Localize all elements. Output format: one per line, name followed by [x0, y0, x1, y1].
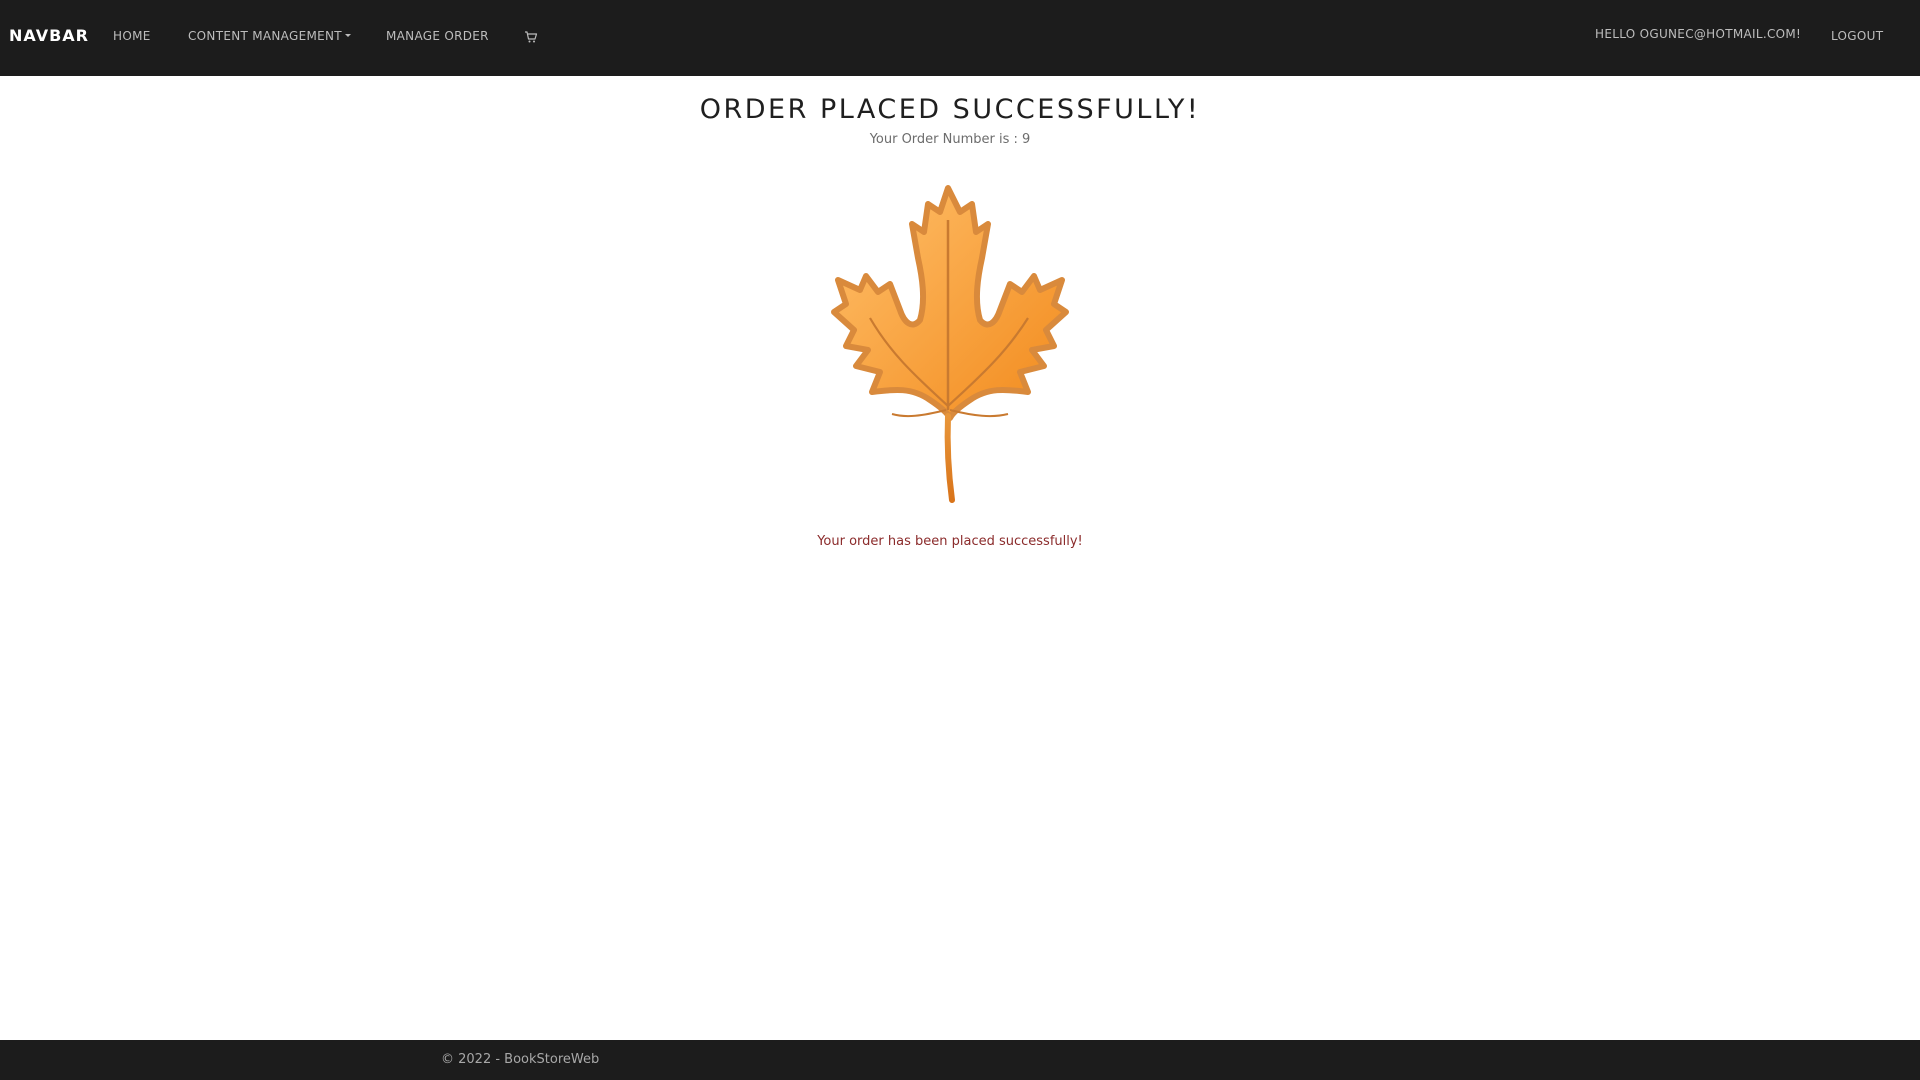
nav-link-home[interactable]: HOME [113, 29, 151, 43]
navbar: NAVBAR HOME CONTENT MANAGEMENT MANAGE OR… [0, 0, 1920, 76]
nav-link-content-management-label: CONTENT MANAGEMENT [188, 29, 342, 43]
page-title: ORDER PLACED SUCCESSFULLY! [699, 94, 1201, 125]
navbar-brand[interactable]: NAVBAR [9, 26, 89, 45]
cart-icon[interactable] [524, 29, 538, 43]
user-greeting[interactable]: HELLO OGUNEC@HOTMAIL.COM! [1595, 27, 1801, 41]
footer: © 2022 - BookStoreWeb [0, 1040, 1920, 1080]
nav-link-manage-order[interactable]: MANAGE ORDER [386, 29, 489, 43]
success-message: Your order has been placed successfully! [817, 534, 1083, 549]
maple-leaf-icon [831, 185, 1069, 503]
nav-link-content-management[interactable]: CONTENT MANAGEMENT [188, 29, 351, 43]
main-content: ORDER PLACED SUCCESSFULLY! Your Order Nu… [0, 76, 1920, 1040]
footer-copyright: © 2022 - BookStoreWeb [441, 1052, 600, 1067]
order-number-text: Your Order Number is : 9 [869, 132, 1031, 147]
logout-link[interactable]: LOGOUT [1831, 29, 1883, 43]
chevron-down-icon [344, 34, 351, 37]
